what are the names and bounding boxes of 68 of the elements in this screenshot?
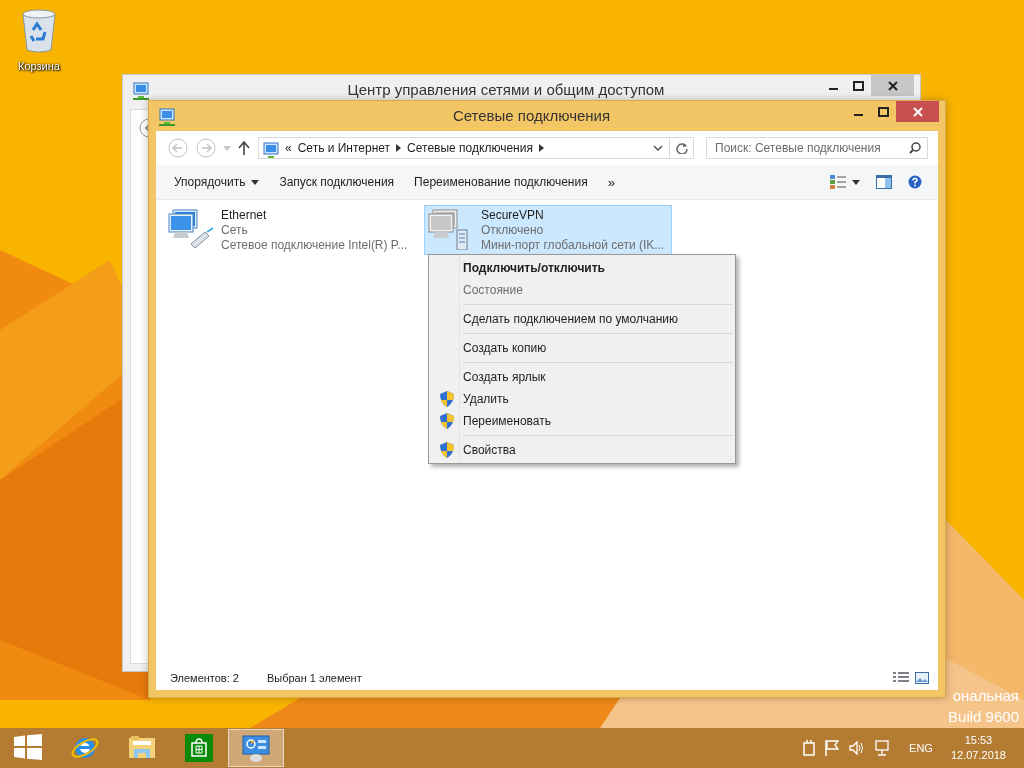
up-arrow-icon (238, 141, 250, 155)
help-icon (908, 175, 922, 189)
toolbar-button[interactable]: Переименование подключения (404, 171, 598, 193)
menu-item[interactable]: Создать ярлык (431, 366, 733, 388)
breadcrumb[interactable]: Сеть и Интернет (297, 141, 391, 155)
window-title: Сетевые подключения (451, 106, 612, 124)
close-button[interactable] (871, 75, 914, 96)
more-commands-button[interactable]: » (597, 170, 625, 194)
connection-device: Мини-порт глобальной сети (IK... (481, 238, 665, 253)
breadcrumb-arrow-icon (396, 144, 402, 152)
menu-item[interactable]: Сделать подключением по умолчанию (431, 308, 733, 330)
breadcrumb-overflow[interactable]: « (285, 141, 292, 155)
close-icon (912, 106, 923, 117)
details-view-icon (893, 672, 909, 684)
menu-item[interactable]: Подключить/отключить (431, 257, 733, 279)
window-title: Центр управления сетями и общим доступом (346, 80, 666, 98)
status-text: Элементов: 2 (170, 672, 239, 684)
network-connection-icon (167, 208, 215, 250)
large-icons-icon (915, 672, 929, 684)
store-icon (185, 734, 213, 762)
flag-icon[interactable] (825, 740, 840, 756)
connection-status: Сеть (221, 223, 249, 238)
refresh-button[interactable] (670, 137, 694, 159)
speaker-icon[interactable] (849, 741, 866, 755)
connection-device: Сетевое подключение Intel(R) P... (221, 238, 408, 253)
connection-item[interactable]: Ethernet Сеть Сетевое подключение Intel(R) P... (164, 205, 412, 255)
clock-date[interactable]: 12.07.2018 (950, 748, 1006, 763)
search-icon (909, 142, 921, 154)
details-view-button[interactable] (890, 672, 912, 684)
close-icon (887, 80, 898, 91)
clock-time[interactable]: 15:53 (964, 733, 993, 748)
breadcrumb-arrow-icon (538, 144, 544, 152)
connection-item[interactable]: SecureVPN Отключено Мини-порт глобальной сети (IK... (424, 205, 672, 255)
menu-item[interactable]: Свойства (431, 439, 733, 461)
caret-icon (251, 179, 260, 185)
status-text: Выбран 1 элемент (266, 672, 362, 684)
address-bar[interactable]: « Сеть и Интернет Сетевые подключения (258, 137, 670, 159)
pane-icon (876, 175, 892, 189)
chevron-down-icon (653, 145, 663, 151)
maximize-icon (853, 80, 864, 91)
control-panel-icon (242, 734, 270, 762)
refresh-icon (675, 142, 688, 154)
view-list-icon (830, 175, 846, 189)
connection-name: SecureVPN (481, 208, 545, 223)
minimize-icon (854, 114, 863, 116)
menu-item[interactable]: Удалить (431, 388, 733, 410)
connection-status: Отключено (481, 223, 545, 238)
recycle-bin-icon (19, 8, 59, 54)
edition-text: Build 9600 (948, 707, 1019, 727)
caret-icon (852, 179, 860, 185)
large-icons-button[interactable] (912, 672, 932, 684)
connection-name: Ethernet (221, 208, 268, 223)
caret-icon (223, 145, 231, 151)
organize-menu-button[interactable]: Упорядочить (164, 171, 270, 193)
power-icon[interactable] (803, 740, 816, 756)
menu-item[interactable]: Переименовать (431, 410, 733, 432)
breadcrumb[interactable]: Сетевые подключения (407, 141, 533, 155)
taskbar-button[interactable] (228, 729, 284, 767)
search-field[interactable]: Поиск: Сетевые подключения (706, 137, 928, 159)
close-button[interactable] (896, 101, 939, 122)
toolbar-button[interactable]: Запуск подключения (269, 171, 405, 193)
windows-logo-icon (14, 734, 42, 762)
network-status-icon[interactable] (875, 740, 892, 756)
maximize-icon (878, 106, 889, 117)
language-indicator[interactable]: ENG (901, 742, 941, 754)
menu-item[interactable]: Создать копию (431, 337, 733, 359)
minimize-icon (829, 88, 838, 90)
edition-text: ональная (951, 686, 1019, 706)
